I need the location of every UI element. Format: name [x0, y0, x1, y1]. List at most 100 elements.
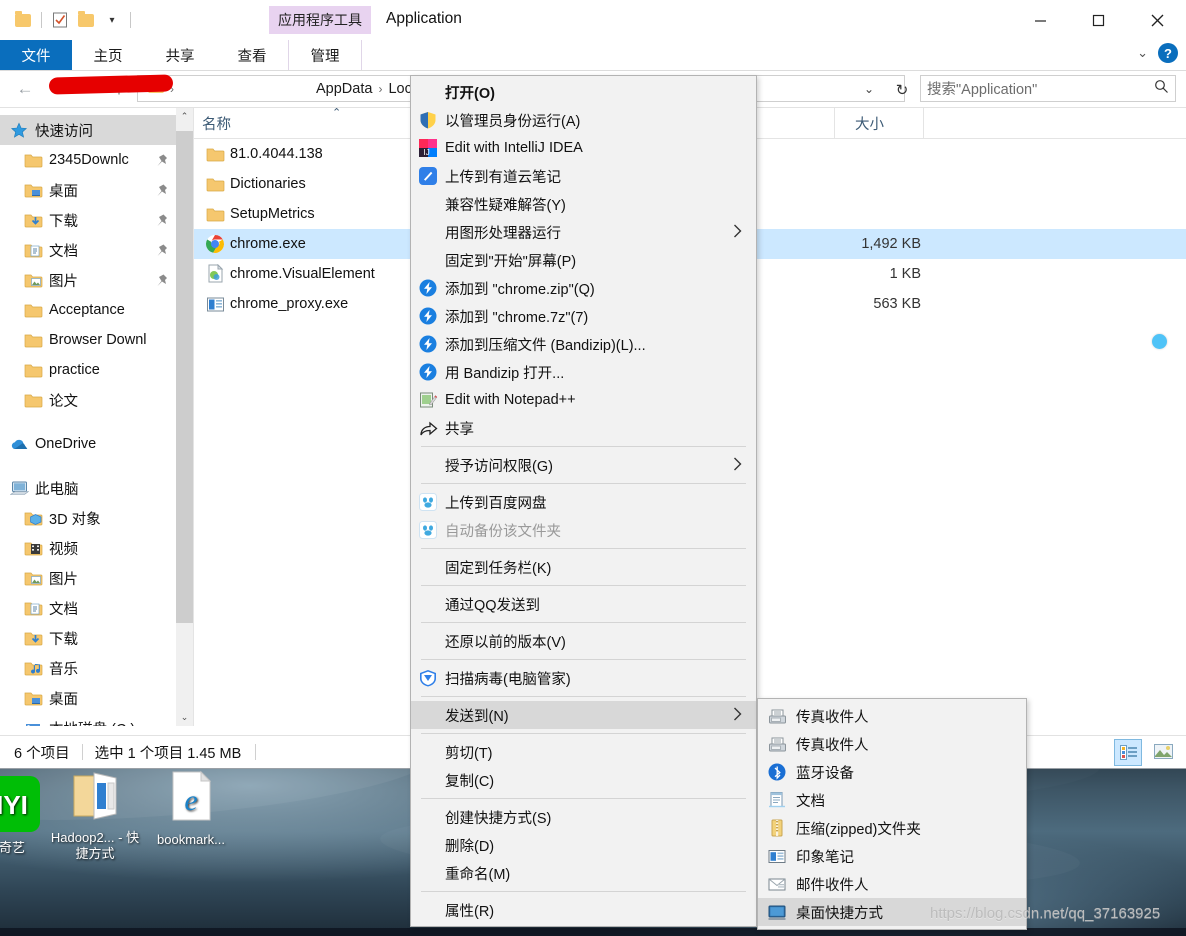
sidebar-item-acceptance[interactable]: Acceptance	[0, 295, 176, 325]
desktop-icon-hadoop[interactable]: Hadoop2... - 快捷方式	[47, 770, 143, 862]
sidebar-item-onedrive[interactable]: OneDrive	[0, 429, 176, 459]
menu-item-scan-virus[interactable]: 扫描病毒(电脑管家)	[411, 664, 756, 692]
sidebar-item-practice[interactable]: practice	[0, 355, 176, 385]
folder-desktop-icon	[22, 182, 44, 198]
sidebar-item-quick-access[interactable]: 快速访问	[0, 115, 176, 145]
submenu-item-compressed-folder[interactable]: 压缩(zipped)文件夹	[758, 814, 1026, 842]
search-icon[interactable]	[1154, 79, 1169, 98]
menu-item-edit-with-intellij[interactable]: IJEdit with IntelliJ IDEA	[411, 134, 756, 162]
menu-item-open-with-bandizip[interactable]: 用 Bandizip 打开...	[411, 358, 756, 386]
submenu-item-documents[interactable]: 文档	[758, 786, 1026, 814]
sidebar-item-downloads-qa[interactable]: 下载	[0, 205, 176, 235]
context-menu[interactable]: 打开(O)以管理员身份运行(A)IJEdit with IntelliJ IDE…	[410, 75, 757, 927]
sidebar-item-3d-objects[interactable]: 3D 对象	[0, 503, 176, 533]
menu-item-add-to-chrome-zip[interactable]: 添加到 "chrome.zip"(Q)	[411, 274, 756, 302]
details-view-button[interactable]	[1114, 739, 1142, 766]
menu-item-properties[interactable]: 属性(R)	[411, 896, 756, 924]
tab-home[interactable]: 主页	[72, 40, 144, 70]
menu-item-run-as-administrator[interactable]: 以管理员身份运行(A)	[411, 106, 756, 134]
breadcrumb-item-appdata[interactable]: AppData	[312, 81, 376, 97]
tab-view[interactable]: 查看	[216, 40, 288, 70]
submenu-item-evernote[interactable]: 印象笔记	[758, 842, 1026, 870]
submenu-item-bluetooth-device[interactable]: 蓝牙设备	[758, 758, 1026, 786]
breadcrumb-user[interactable]	[176, 81, 312, 97]
tab-manage[interactable]: 管理	[288, 40, 362, 70]
pin-icon[interactable]	[154, 153, 169, 172]
search-input[interactable]: 搜索"Application"	[920, 75, 1176, 102]
menu-item-label: Edit with Notepad++	[445, 392, 756, 408]
sidebar-item-documents-qa[interactable]: 文档	[0, 235, 176, 265]
help-button[interactable]: ?	[1158, 43, 1178, 63]
sidebar-item-music[interactable]: 音乐	[0, 653, 176, 683]
menu-item-add-to-chrome-7z[interactable]: 添加到 "chrome.7z"(7)	[411, 302, 756, 330]
column-header-size[interactable]: 大小	[834, 108, 924, 138]
scrollbar-thumb[interactable]	[176, 131, 193, 623]
minimize-button[interactable]	[1017, 0, 1063, 40]
divider	[255, 744, 256, 760]
scroll-up-arrow[interactable]: ⌃	[176, 108, 193, 125]
intellij-icon: IJ	[411, 139, 445, 157]
menu-item-grant-access-to[interactable]: 授予访问权限(G)	[411, 451, 756, 479]
tab-file[interactable]: 文件	[0, 40, 72, 70]
ribbon-expand-button[interactable]: ⌄	[1137, 45, 1148, 61]
pin-icon[interactable]	[154, 273, 169, 292]
column-header-name[interactable]: 名称 ⌃	[202, 108, 231, 138]
breadcrumb-dropdown-icon[interactable]: ⌄	[864, 82, 874, 96]
scroll-down-arrow[interactable]: ⌄	[176, 709, 193, 726]
menu-item-send-via-qq[interactable]: 通过QQ发送到	[411, 590, 756, 618]
menu-item-delete[interactable]: 删除(D)	[411, 831, 756, 859]
menu-item-open[interactable]: 打开(O)	[411, 78, 756, 106]
navigation-pane[interactable]: 快速访问2345Downlc桌面下载文档图片AcceptanceBrowser …	[0, 108, 177, 726]
menu-item-upload-to-baidu-pan[interactable]: 上传到百度网盘	[411, 488, 756, 516]
new-folder-icon[interactable]	[73, 8, 99, 32]
desktop-icon-bookmark[interactable]: e bookmark...	[143, 770, 239, 848]
menu-item-run-with-gpu[interactable]: 用图形处理器运行	[411, 218, 756, 246]
maximize-button[interactable]	[1075, 0, 1121, 40]
menu-item-upload-youdao[interactable]: 上传到有道云笔记	[411, 162, 756, 190]
submenu-item-mail-recipient[interactable]: 邮件收件人	[758, 870, 1026, 898]
explorer-folder-icon[interactable]	[10, 8, 36, 32]
navigation-scrollbar[interactable]: ⌃ ⌄	[176, 108, 194, 726]
separator-6	[421, 659, 746, 660]
submenu-item-fax-recipient-1[interactable]: 传真收件人	[758, 702, 1026, 730]
pin-icon[interactable]	[154, 183, 169, 202]
sidebar-item-this-pc[interactable]: 此电脑	[0, 473, 176, 503]
sidebar-item-browser-downl[interactable]: Browser Downl	[0, 325, 176, 355]
sidebar-item-pictures-qa[interactable]: 图片	[0, 265, 176, 295]
menu-item-rename[interactable]: 重命名(M)	[411, 859, 756, 887]
close-button[interactable]	[1134, 0, 1180, 40]
properties-check-icon[interactable]	[47, 8, 73, 32]
chrome-icon	[200, 234, 230, 254]
menu-item-pin-to-start[interactable]: 固定到"开始"屏幕(P)	[411, 246, 756, 274]
menu-item-create-shortcut[interactable]: 创建快捷方式(S)	[411, 803, 756, 831]
menu-item-send-to[interactable]: 发送到(N)	[411, 701, 756, 729]
menu-item-pin-to-taskbar[interactable]: 固定到任务栏(K)	[411, 553, 756, 581]
menu-item-compatibility-troubleshoot[interactable]: 兼容性疑难解答(Y)	[411, 190, 756, 218]
sidebar-item-2345downloads[interactable]: 2345Downlc	[0, 145, 176, 175]
sidebar-item-local-disk-c[interactable]: 本地磁盘 (C:)	[0, 713, 176, 726]
sidebar-item-downloads[interactable]: 下载	[0, 623, 176, 653]
menu-item-cut[interactable]: 剪切(T)	[411, 738, 756, 766]
baidu-icon	[411, 521, 445, 539]
submenu-item-fax-recipient-2[interactable]: 传真收件人	[758, 730, 1026, 758]
sidebar-item-videos[interactable]: 视频	[0, 533, 176, 563]
menu-item-add-to-archive-bandizip[interactable]: 添加到压缩文件 (Bandizip)(L)...	[411, 330, 756, 358]
sidebar-item-pictures[interactable]: 图片	[0, 563, 176, 593]
sidebar-item-label: Browser Downl	[49, 332, 147, 348]
send-to-submenu[interactable]: 传真收件人传真收件人蓝牙设备文档压缩(zipped)文件夹印象笔记邮件收件人桌面…	[757, 698, 1027, 930]
menu-item-edit-with-notepadpp[interactable]: Edit with Notepad++	[411, 386, 756, 414]
pin-icon[interactable]	[154, 213, 169, 232]
large-icons-view-button[interactable]	[1150, 739, 1176, 764]
menu-item-share[interactable]: 共享	[411, 414, 756, 442]
sidebar-item-desktop-qa[interactable]: 桌面	[0, 175, 176, 205]
menu-item-restore-previous-versions[interactable]: 还原以前的版本(V)	[411, 627, 756, 655]
sidebar-item-desktop[interactable]: 桌面	[0, 683, 176, 713]
refresh-button[interactable]: ↻	[888, 76, 916, 103]
menu-item-copy[interactable]: 复制(C)	[411, 766, 756, 794]
sidebar-item-lunwen[interactable]: 论文	[0, 385, 176, 415]
back-button[interactable]: ←	[12, 77, 38, 101]
pin-icon[interactable]	[154, 243, 169, 262]
sidebar-item-documents[interactable]: 文档	[0, 593, 176, 623]
chevron-down-icon[interactable]: ▾	[99, 8, 125, 32]
tab-share[interactable]: 共享	[144, 40, 216, 70]
